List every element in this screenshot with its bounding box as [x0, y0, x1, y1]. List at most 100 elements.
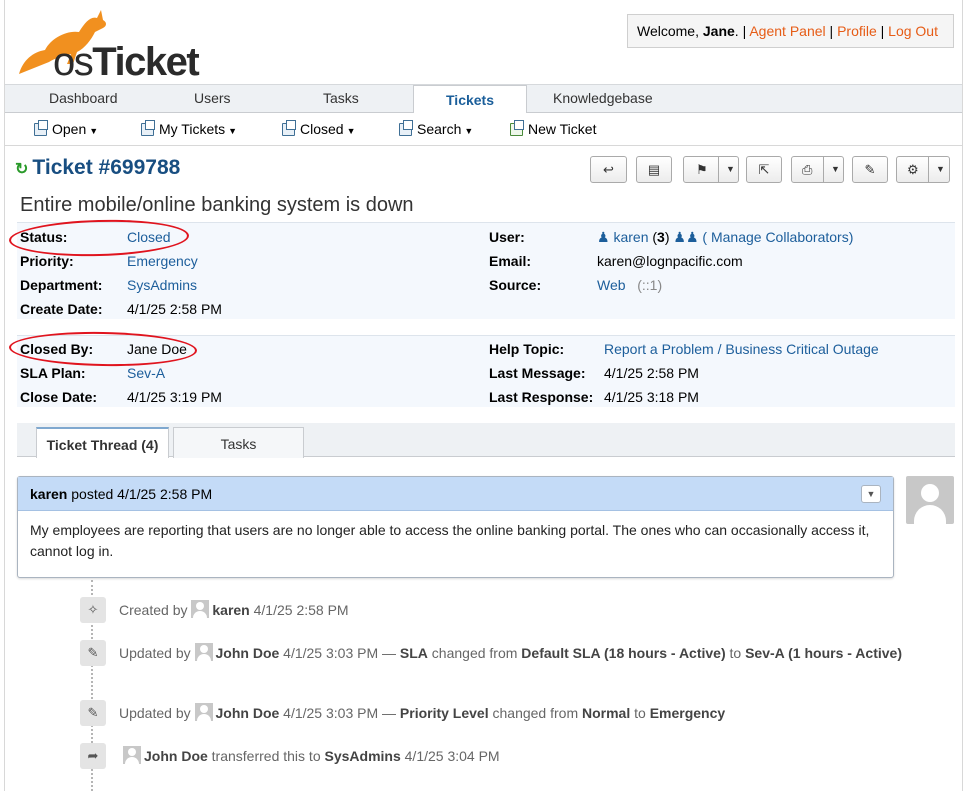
- entry-posted: posted 4/1/25 2:58 PM: [67, 486, 213, 502]
- thread-entry-header: karen posted 4/1/25 2:58 PM ▼: [18, 477, 893, 511]
- source-web: Web: [597, 277, 626, 293]
- caret-down-icon: ▼: [346, 126, 356, 136]
- main-nav: Dashboard Users Tasks Tickets Knowledgeb…: [5, 84, 962, 114]
- osticket-logo[interactable]: osTicket: [15, 8, 225, 82]
- help-topic-value[interactable]: Report a Problem / Business Critical Out…: [604, 341, 879, 357]
- nav-tab-tasks[interactable]: Tasks: [323, 90, 359, 106]
- subnav-search-label: Search: [417, 121, 462, 137]
- caret-down-icon: ▼: [726, 164, 735, 174]
- event-dash: —: [378, 705, 400, 721]
- event-to: Emergency: [649, 705, 726, 721]
- entry-options-dropdown[interactable]: ▼: [861, 485, 881, 503]
- subnav-new-ticket-label: New Ticket: [528, 121, 597, 137]
- last-response-value: 4/1/25 3:18 PM: [604, 389, 699, 405]
- tickets-icon: [141, 120, 155, 136]
- tab-tasks[interactable]: Tasks: [173, 427, 304, 458]
- event-priority-change: ✎ Updated by John Doe 4/1/25 3:03 PM — P…: [80, 700, 950, 728]
- subnav-search[interactable]: Search ▼: [399, 120, 473, 137]
- reply-button[interactable]: ↩: [590, 156, 627, 183]
- ticket-title[interactable]: ↻ Ticket #699788: [15, 156, 180, 180]
- event-to: Sev-A (1 hours - Active): [745, 645, 902, 661]
- event-time: 4/1/25 3:04 PM: [400, 748, 500, 764]
- subnav-closed[interactable]: Closed ▼: [282, 120, 356, 137]
- caret-down-icon: ▼: [89, 126, 99, 136]
- event-text: John Doe transferred this to SysAdmins 4…: [123, 746, 923, 766]
- user-welcome-box: Welcome, Jane. | Agent Panel | Profile |…: [627, 14, 954, 48]
- entry-author: karen: [30, 486, 68, 502]
- event-from: Normal: [582, 705, 631, 721]
- print-dropdown-button[interactable]: ⎙ ▼: [791, 156, 844, 183]
- user-name: karen: [613, 229, 649, 245]
- source-ip: (::1): [637, 277, 663, 293]
- split-divider: [928, 157, 929, 182]
- subnav-open[interactable]: Open ▼: [34, 120, 99, 137]
- subnav-my-tickets[interactable]: My Tickets ▼: [141, 120, 237, 137]
- help-topic-label: Help Topic:: [489, 341, 565, 357]
- agent-panel-link[interactable]: Agent Panel: [749, 23, 825, 39]
- event-dash: —: [378, 645, 400, 661]
- pencil-icon: ✎: [80, 700, 106, 726]
- tickets-icon: [399, 120, 413, 136]
- avatar: [191, 600, 210, 618]
- user-icon: ♟: [597, 229, 610, 245]
- event-actor: John Doe: [215, 645, 280, 661]
- event-prefix: Updated by: [119, 645, 195, 661]
- logo-wordmark: osTicket: [53, 40, 200, 84]
- caret-down-icon: ▼: [831, 164, 840, 174]
- email-value: karen@lognpacific.com: [597, 253, 743, 269]
- user-ticket-count: 3: [657, 229, 665, 245]
- user-value[interactable]: ♟ karen (3) ♟♟ ( Manage Collaborators): [597, 229, 853, 246]
- create-date-value: 4/1/25 2:58 PM: [127, 301, 222, 317]
- transfer-button[interactable]: ⇱: [746, 156, 782, 183]
- department-value[interactable]: SysAdmins: [127, 277, 197, 293]
- last-response-label: Last Response:: [489, 389, 594, 405]
- thread-tabs: Ticket Thread (4) Tasks: [17, 423, 955, 458]
- event-dept: SysAdmins: [324, 748, 401, 764]
- collaborators-icon: ♟♟: [673, 229, 699, 245]
- event-time: 4/1/25 2:58 PM: [249, 602, 349, 618]
- source-value: Web (::1): [597, 277, 662, 293]
- tickets-subnav: Open ▼ My Tickets ▼ Closed ▼ Search ▼ New Ti…: [5, 113, 962, 146]
- event-sla-change: ✎ Updated by John Doe 4/1/25 3:03 PM — S…: [80, 640, 950, 690]
- subnav-closed-label: Closed: [300, 121, 344, 137]
- sla-plan-value[interactable]: Sev-A: [127, 365, 165, 381]
- profile-link[interactable]: Profile: [837, 23, 877, 39]
- nav-tab-knowledgebase[interactable]: Knowledgebase: [553, 90, 653, 106]
- split-divider: [823, 157, 824, 182]
- pdf-button[interactable]: ▤: [636, 156, 672, 183]
- ticket-number: Ticket #699788: [32, 156, 181, 179]
- flag-dropdown-button[interactable]: ⚑ ▼: [683, 156, 739, 183]
- event-changed: changed from: [427, 645, 522, 661]
- event-from: Default SLA (18 hours - Active): [521, 645, 726, 661]
- subnav-new-ticket[interactable]: New Ticket: [510, 120, 597, 137]
- flag-icon: ⚑: [696, 162, 708, 177]
- event-text: Created by karen 4/1/25 2:58 PM: [119, 600, 919, 620]
- share-arrow-icon: ➦: [80, 743, 106, 769]
- new-ticket-icon: [510, 120, 524, 136]
- welcome-prefix: Welcome,: [637, 23, 703, 39]
- refresh-icon[interactable]: ↻: [15, 161, 28, 178]
- event-transfer: ➦ John Doe transferred this to SysAdmins…: [80, 743, 950, 771]
- nav-tab-dashboard[interactable]: Dashboard: [49, 90, 118, 106]
- nav-tab-users[interactable]: Users: [194, 90, 231, 106]
- nav-tab-tickets[interactable]: Tickets: [413, 85, 527, 114]
- manage-collaborators-link[interactable]: ( Manage Collaborators): [702, 229, 853, 245]
- event-actor: John Doe: [144, 748, 208, 764]
- priority-value[interactable]: Emergency: [127, 253, 198, 269]
- logout-link[interactable]: Log Out: [888, 23, 938, 39]
- event-time: 4/1/25 3:03 PM: [279, 645, 379, 661]
- avatar: [194, 703, 213, 721]
- tab-ticket-thread[interactable]: Ticket Thread (4): [36, 427, 169, 458]
- create-date-label: Create Date:: [20, 301, 103, 317]
- settings-dropdown-button[interactable]: ⚙ ▼: [896, 156, 950, 183]
- separator: |: [829, 23, 834, 39]
- event-prefix: Updated by: [119, 705, 195, 721]
- event-field: Priority Level: [399, 705, 489, 721]
- event-actor: John Doe: [215, 705, 280, 721]
- logo-ticket: Ticket: [92, 40, 199, 84]
- close-date-value: 4/1/25 3:19 PM: [127, 389, 222, 405]
- caret-down-icon: ▼: [936, 164, 945, 174]
- sla-plan-label: SLA Plan:: [20, 365, 86, 381]
- event-mid: transferred this to: [207, 748, 325, 764]
- edit-button[interactable]: ✎: [852, 156, 888, 183]
